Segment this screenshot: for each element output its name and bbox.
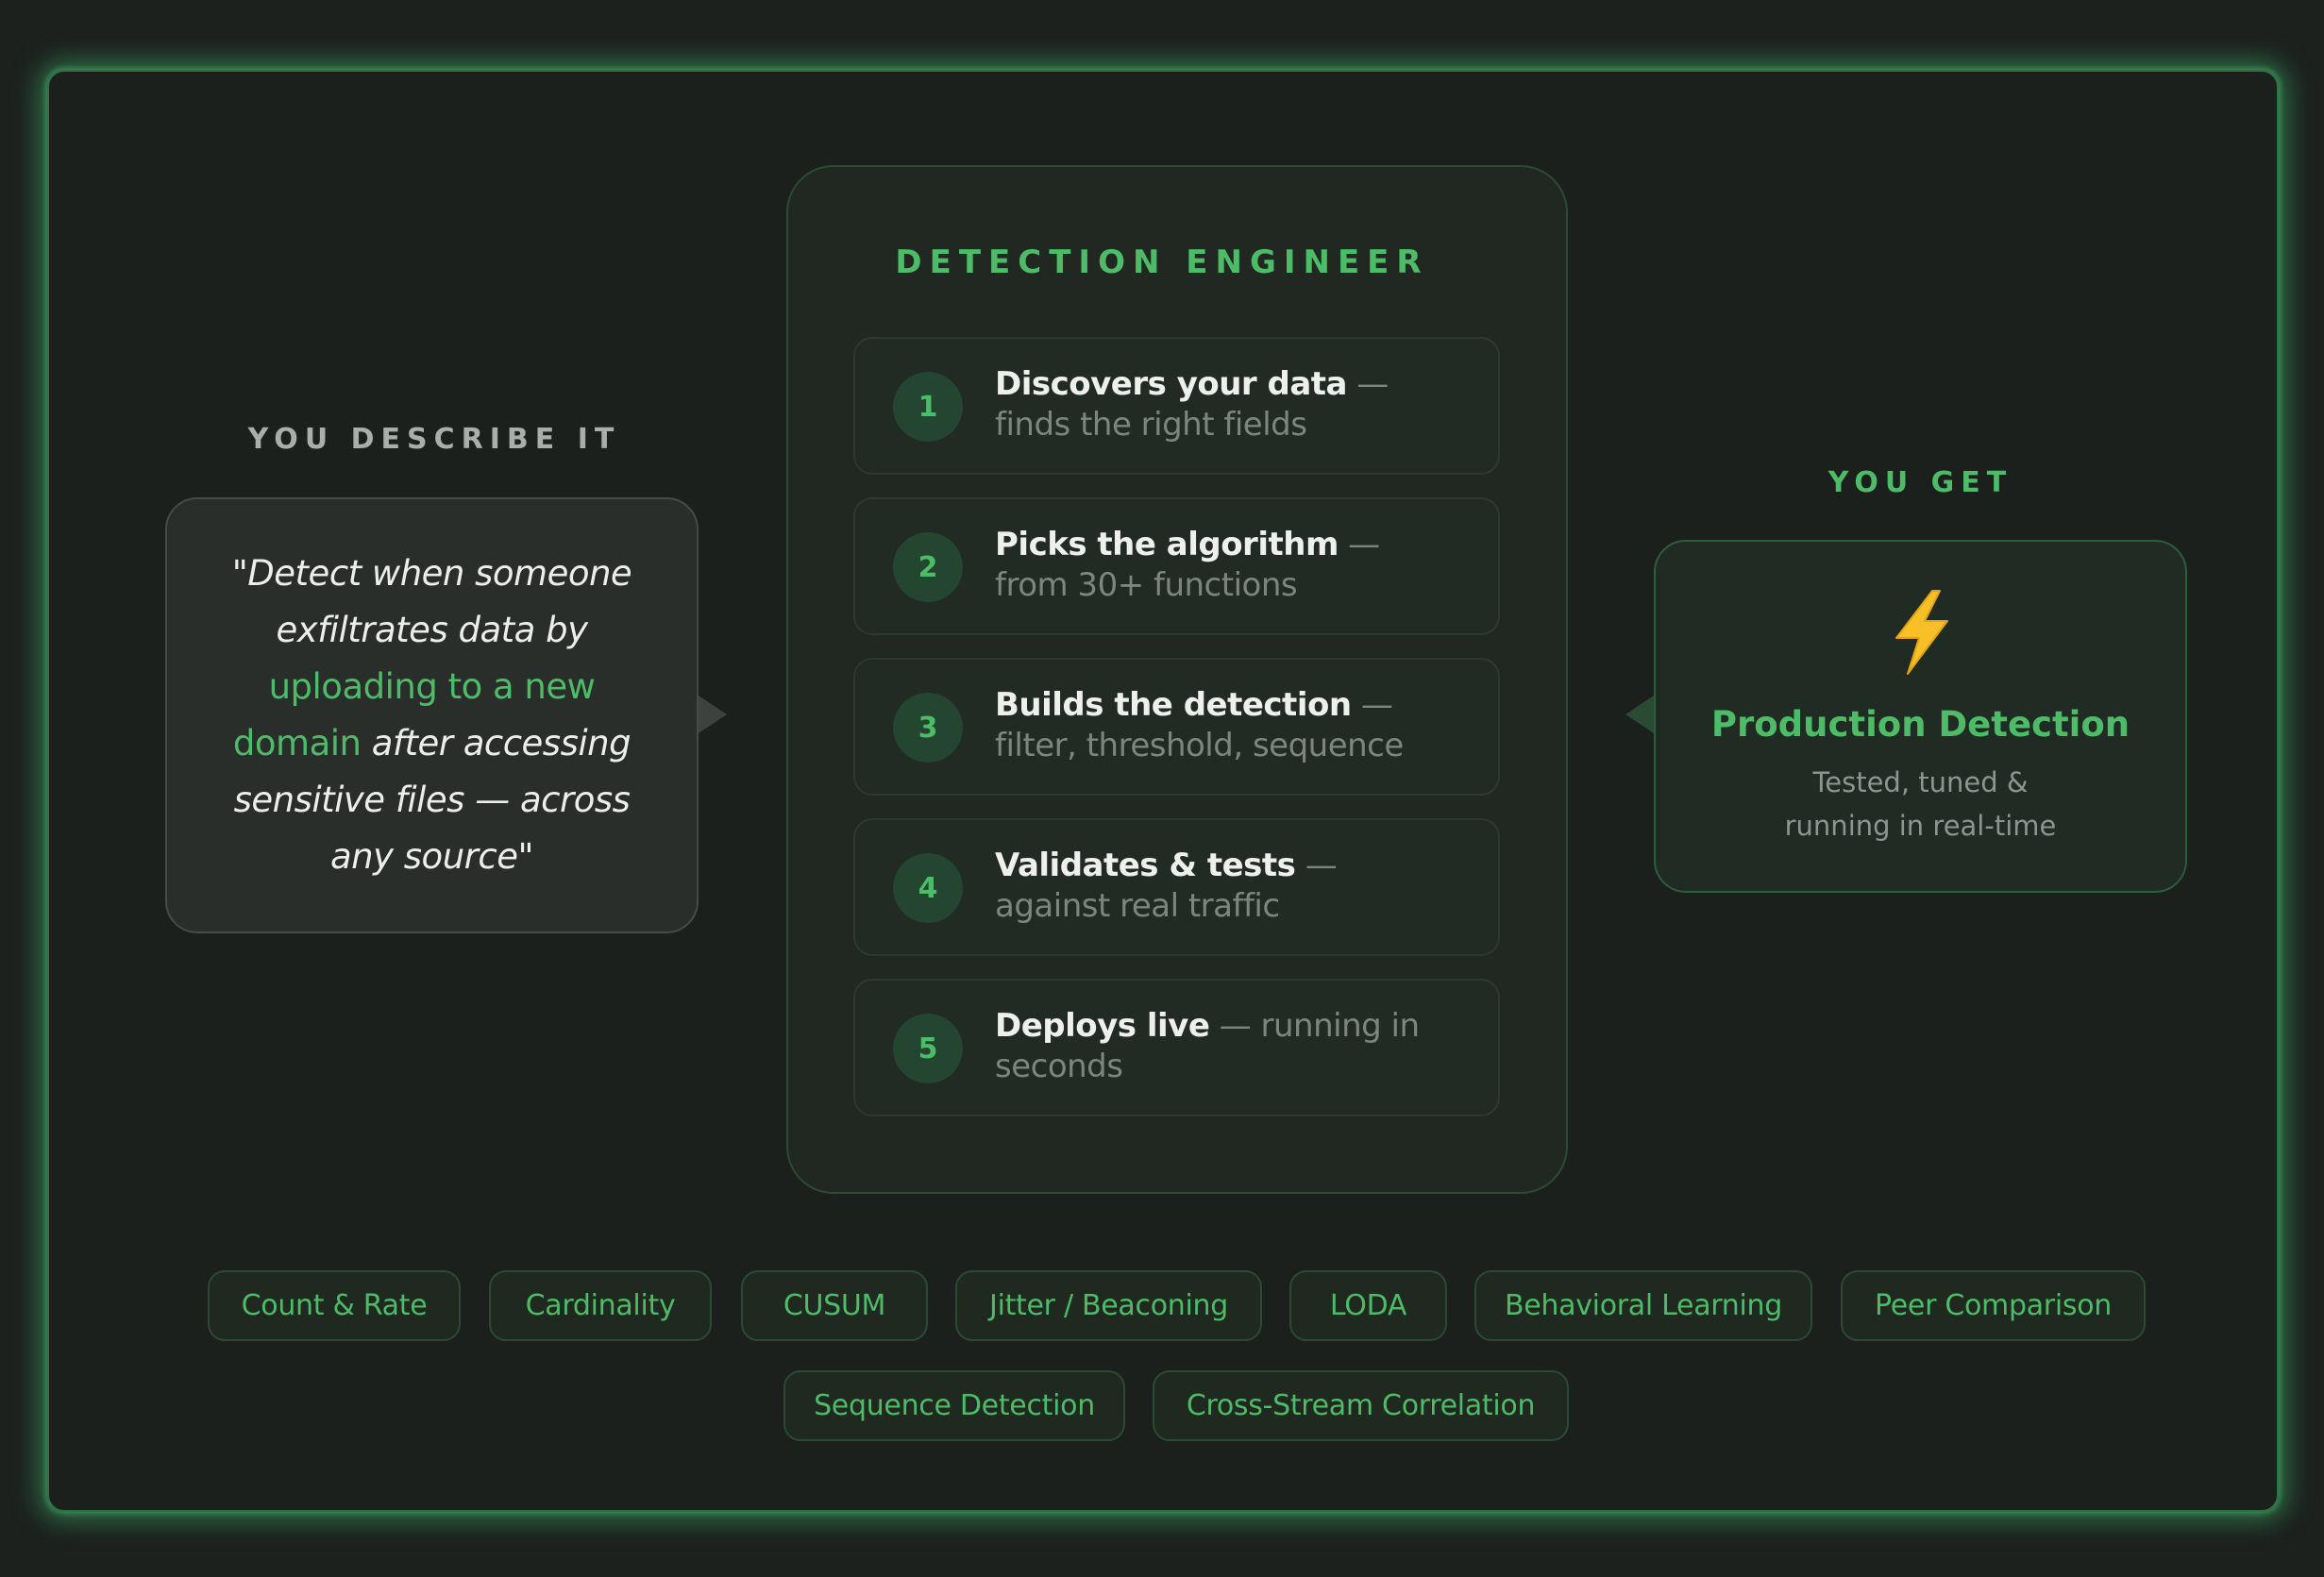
step-card: 3 Builds the detection — filter, thresho…: [853, 658, 1500, 796]
production-detection-card: Production Detection Tested, tuned & run…: [1654, 540, 2187, 893]
result-subtitle-line: Tested, tuned &: [1812, 766, 2029, 798]
algorithm-tag: Cardinality: [489, 1270, 712, 1341]
algorithm-tag: Peer Comparison: [1841, 1270, 2146, 1341]
describe-label: YOU DESCRIBE IT: [247, 423, 621, 456]
algorithm-tag: Count & Rate: [208, 1270, 461, 1341]
algorithm-tag: CUSUM: [741, 1270, 928, 1341]
step-title: Deploys live: [995, 1007, 1210, 1045]
detection-engineer-title: DETECTION ENGINEER: [895, 243, 1429, 281]
lightning-bolt-icon: [1656, 589, 2185, 683]
step-text: Builds the detection — filter, threshold…: [995, 685, 1460, 766]
algorithm-tag: Cross-Stream Correlation: [1153, 1370, 1569, 1441]
arrow-right-icon: [699, 696, 727, 733]
quote-part-1: "Detect when someone exfiltrates data by: [231, 553, 632, 650]
step-text: Validates & tests — against real traffic: [995, 846, 1460, 927]
step-card: 5 Deploys live — running in seconds: [853, 979, 1500, 1116]
step-number: 5: [893, 1014, 963, 1083]
request-quote-box: "Detect when someone exfiltrates data by…: [165, 497, 699, 933]
result-subtitle-line: running in real-time: [1784, 810, 2057, 842]
step-card: 2 Picks the algorithm — from 30+ functio…: [853, 497, 1500, 635]
step-number: 2: [893, 532, 963, 602]
step-number: 4: [893, 853, 963, 923]
you-get-label: YOU GET: [1827, 466, 2013, 499]
step-title: Picks the algorithm: [995, 526, 1339, 563]
request-quote: "Detect when someone exfiltrates data by…: [212, 545, 651, 885]
step-title: Builds the detection: [995, 686, 1352, 724]
algorithm-tag: Sequence Detection: [783, 1370, 1125, 1441]
algorithm-tag: Jitter / Beaconing: [955, 1270, 1262, 1341]
result-subtitle: Tested, tuned & running in real-time: [1656, 761, 2185, 847]
algorithm-tag: LODA: [1289, 1270, 1447, 1341]
step-text: Picks the algorithm — from 30+ functions: [995, 525, 1460, 606]
step-title: Discovers your data: [995, 365, 1348, 403]
step-number: 3: [893, 693, 963, 763]
step-card: 4 Validates & tests — against real traff…: [853, 818, 1500, 956]
step-title: Validates & tests: [995, 847, 1296, 884]
algorithm-tag: Behavioral Learning: [1474, 1270, 1812, 1341]
arrow-left-icon: [1625, 696, 1654, 733]
step-card: 1 Discovers your data — finds the right …: [853, 337, 1500, 475]
result-title: Production Detection: [1710, 704, 2130, 745]
step-text: Discovers your data — finds the right fi…: [995, 364, 1460, 445]
step-number: 1: [893, 372, 963, 442]
step-text: Deploys live — running in seconds: [995, 1006, 1460, 1087]
